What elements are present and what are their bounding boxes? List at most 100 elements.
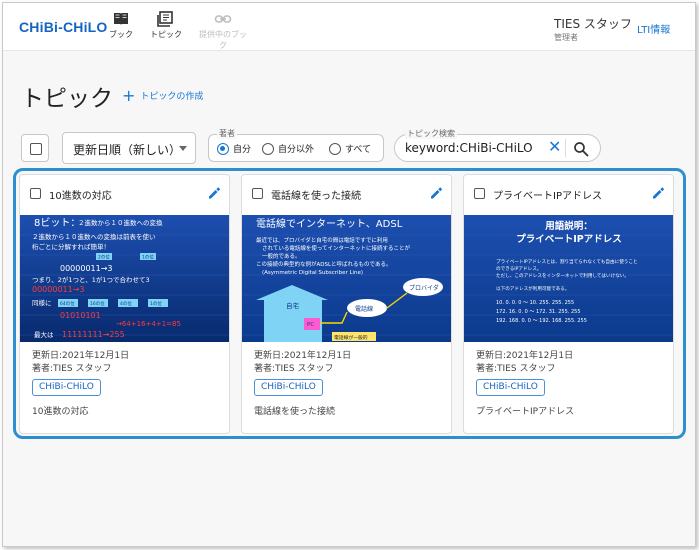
thumb-bullet: 最近では、プロバイダと自宅の間は電話ですでに利用	[256, 236, 388, 244]
author-radio-all[interactable]: すべて	[329, 142, 371, 155]
topic-card-updated: 更新日:2021年12月1日	[476, 351, 574, 361]
topic-card[interactable]: 電話線を使った接続 電話線でインターネット、ADSL 最近では、プロバイダと自宅…	[241, 174, 452, 434]
thumb-provider: プロバイダ	[409, 284, 439, 292]
user-name[interactable]: TIES スタッフ	[554, 15, 632, 32]
thumb-bins: 01010101	[60, 311, 101, 320]
thumb-tag: 64の位	[60, 300, 75, 307]
lti-info-link[interactable]: LTI情報	[637, 21, 670, 36]
author-filter-legend: 著者	[217, 128, 237, 139]
sort-select[interactable]: 更新日順（新しい）	[62, 132, 196, 164]
nav-provided-books[interactable]: 提供中のブック	[199, 11, 247, 51]
topic-card-author: 著者:TIES スタッフ	[476, 364, 556, 374]
edit-icon[interactable]	[651, 186, 665, 200]
thumb-phone-line: 電話線	[355, 305, 373, 313]
chevron-down-icon	[179, 146, 187, 151]
thumb-heading: 電話線でインターネット、ADSL	[256, 217, 403, 230]
link-icon	[214, 15, 232, 23]
topic-thumbnail[interactable]: 用語説明： プライベートIPアドレス プライベートIPアドレスとは、割り当てられ…	[464, 215, 674, 342]
topic-card-header: プライベートIPアドレス	[464, 175, 673, 215]
thumb-bullet: 一般的である。	[262, 252, 300, 260]
radio-icon	[262, 142, 274, 155]
topic-search[interactable]: トピック検索 keyword:CHiBi-CHiLO ✕	[394, 128, 601, 162]
topic-card-description: プライベートIPアドレス	[476, 407, 575, 417]
clear-icon[interactable]: ✕	[548, 138, 561, 156]
topic-card-checkbox[interactable]	[252, 188, 263, 199]
nav-book-label: ブック	[109, 30, 133, 39]
thumb-range: 10. 0. 0. 0 ～ 10. 255. 255. 255	[496, 300, 574, 306]
author-radio-others[interactable]: 自分以外	[262, 142, 314, 155]
edit-icon[interactable]	[207, 186, 221, 200]
thumb-heading: 用語説明：	[544, 220, 593, 232]
thumb-red-line: 00000011→3	[32, 285, 85, 294]
topic-card-title[interactable]: プライベートIPアドレス	[493, 187, 602, 202]
nav-provided-books-label: 提供中のブック	[199, 30, 247, 50]
topic-card-updated: 更新日:2021年12月1日	[32, 351, 130, 361]
thumb-house: 自宅	[286, 301, 300, 310]
topic-card-title[interactable]: 10進数の対応	[49, 187, 112, 202]
author-radio-others-label: 自分以外	[278, 145, 315, 155]
thumb-max-label: 最大は	[34, 330, 54, 339]
radio-icon	[329, 142, 341, 155]
plus-icon: +	[122, 85, 136, 105]
topic-card[interactable]: プライベートIPアドレス 用語説明： プライベートIPアドレス プライベートIP…	[463, 174, 674, 434]
topic-card-checkbox[interactable]	[30, 188, 41, 199]
thumb-heading2: ２進数から１０進数への変換	[78, 218, 163, 227]
topic-search-legend: トピック検索	[405, 128, 457, 139]
search-icon[interactable]	[573, 141, 589, 157]
user-role: 管理者	[554, 33, 578, 42]
topic-card-checkbox[interactable]	[474, 188, 485, 199]
thumb-line: ２進数から１０進数への変換は前表を使い	[32, 232, 156, 241]
select-all-checkbox[interactable]	[21, 134, 49, 162]
topic-thumbnail[interactable]: 電話線でインターネット、ADSL 最近では、プロバイダと自宅の間は電話ですでに利…	[242, 215, 452, 342]
author-radio-self-label: 自分	[233, 145, 252, 155]
keyword-chip[interactable]: CHiBi-CHiLO	[476, 379, 545, 396]
page-title: トピック	[21, 86, 113, 112]
author-radio-all-label: すべて	[345, 145, 372, 155]
thumb-max: 11111111→255	[62, 330, 125, 339]
topic-card-description: 電話線を使った接続	[254, 407, 336, 417]
edit-icon[interactable]	[429, 186, 443, 200]
topic-card-description: 10進数の対応	[32, 407, 89, 417]
topic-search-input[interactable]: keyword:CHiBi-CHiLO	[405, 141, 533, 155]
thumb-shared: 電話線が一般的	[334, 334, 368, 341]
app-logo[interactable]: CHiBi-CHiLO	[19, 19, 108, 35]
author-radio-self[interactable]: 自分	[217, 142, 251, 155]
topic-card[interactable]: 10進数の対応 8ビット： ２進数から１０進数への変換 ２進数から１０進数への変…	[19, 174, 230, 434]
topic-icon	[157, 11, 173, 27]
topic-card-header: 10進数の対応	[20, 175, 229, 215]
thumb-calc: →64+16+4+1=85	[116, 320, 181, 328]
thumb-tag: 16の位	[90, 300, 105, 307]
book-icon	[114, 13, 128, 25]
thumb-tag: 4の位	[120, 300, 132, 307]
topic-card-author: 著者:TIES スタッフ	[254, 364, 334, 374]
nav-topic[interactable]: トピック	[142, 11, 190, 40]
app-header: CHiBi-CHiLO ブック トピック 提供中のブック TIES スタッフ 管…	[3, 3, 695, 51]
topic-card-author: 著者:TIES スタッフ	[32, 364, 112, 374]
keyword-chip[interactable]: CHiBi-CHiLO	[254, 379, 323, 396]
thumb-line: ただし、このアドレスをインターネットで利用してはいけない。	[496, 272, 629, 279]
topic-card-title[interactable]: 電話線を使った接続	[271, 187, 361, 202]
nav-topic-label: トピック	[150, 30, 182, 39]
thumb-bullet: されている電話線を使ってインターネットに接続することが	[262, 244, 411, 252]
thumb-heading: 8ビット：	[34, 217, 80, 229]
thumb-line: のできるIPアドレス。	[496, 265, 541, 272]
keyword-chip[interactable]: CHiBi-CHiLO	[32, 379, 101, 396]
thumb-heading2: プライベートIPアドレス	[516, 233, 622, 245]
search-divider	[565, 139, 566, 157]
thumb-digits: 00000011→3	[60, 264, 113, 273]
thumb-tag: 1の位	[150, 300, 162, 307]
thumb-line: つまり、2が1つと、1が1つで合わせて3	[32, 275, 150, 284]
author-filter: 著者 自分 自分以外 すべて	[208, 128, 384, 162]
topic-card-updated: 更新日:2021年12月1日	[254, 351, 352, 361]
thumb-range: 172. 16. 0. 0 ～ 172. 31. 255. 255	[496, 309, 581, 315]
create-topic-button[interactable]: + トピックの作成	[122, 85, 204, 105]
checkbox-icon	[30, 143, 42, 155]
thumb-tag: 2の位	[98, 254, 110, 261]
topic-card-header: 電話線を使った接続	[242, 175, 451, 215]
topic-thumbnail[interactable]: 8ビット： ２進数から１０進数への変換 ２進数から１０進数への変換は前表を使い …	[20, 215, 230, 342]
thumb-bullet: (Asymmetric Digital Subscriber Line)	[262, 270, 363, 276]
thumb-tag: 1の位	[142, 254, 154, 261]
create-topic-label: トピックの作成	[140, 92, 204, 102]
nav-book[interactable]: ブック	[97, 11, 145, 40]
app-window: CHiBi-CHiLO ブック トピック 提供中のブック TIES スタッフ 管…	[2, 2, 696, 547]
